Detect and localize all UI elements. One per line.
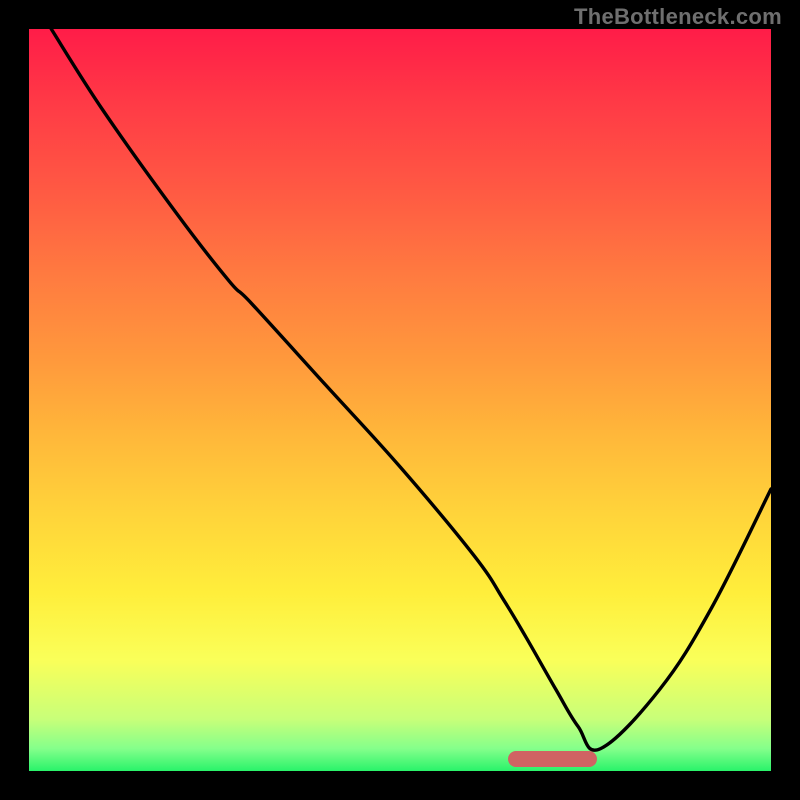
watermark-text: TheBottleneck.com xyxy=(574,4,782,30)
optimal-marker xyxy=(508,751,597,767)
chart-frame: TheBottleneck.com xyxy=(0,0,800,800)
plot-area xyxy=(29,29,771,771)
bottleneck-curve xyxy=(29,29,771,771)
curve-path xyxy=(51,29,771,750)
